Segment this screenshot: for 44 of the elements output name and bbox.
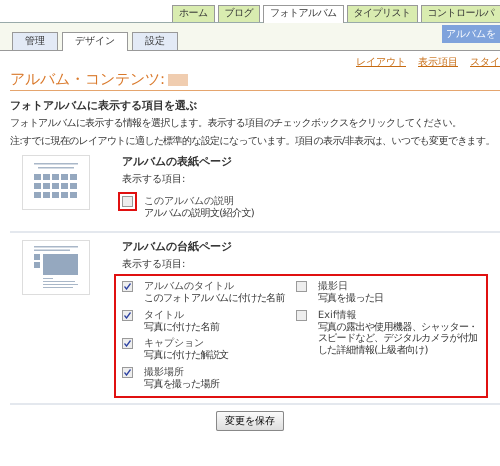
nav-tab[interactable]: ホーム: [172, 5, 214, 22]
view-link[interactable]: 表示項目: [418, 57, 458, 70]
nav-tab[interactable]: タイプリスト: [346, 5, 418, 22]
checkbox[interactable]: [122, 196, 133, 208]
note-text: 注:すでに現在のレイアウトに適した標準的な設定になっています。項目の表示/非表示は、いつでも変更できます。: [10, 136, 496, 148]
album-name-placeholder: [168, 74, 188, 86]
checkbox[interactable]: [122, 338, 133, 350]
page-section-title: アルバムの表紙ページ: [122, 155, 233, 168]
option-description: 写真を撮った場所: [144, 378, 221, 390]
nav-tab[interactable]: ブログ: [218, 5, 260, 22]
sub-tab[interactable]: デザイン: [62, 32, 128, 51]
sub-tab[interactable]: 設定: [132, 32, 178, 50]
intro-text: フォトアルバムに表示する情報を選択します。表示する項目のチェックボックスをクリックしてください。: [10, 118, 462, 130]
sub-tab[interactable]: 管理: [12, 32, 58, 50]
nav-tab[interactable]: フォトアルバム: [263, 5, 344, 23]
checkbox[interactable]: [122, 281, 133, 292]
checkbox[interactable]: [122, 366, 133, 378]
option-label: タイトル: [144, 310, 185, 322]
option-description: 写真に付けた解説文: [144, 350, 230, 362]
option-label: このアルバムの説明: [144, 196, 235, 208]
page-section-title: アルバムの台紙ページ: [122, 240, 233, 254]
option-label: 撮影場所: [144, 366, 185, 378]
page-thumbnail-drawing: [22, 240, 90, 295]
option-description: 写真に付けた名前: [144, 322, 220, 334]
items-label: 表示する項目:: [122, 174, 186, 186]
view-link[interactable]: レイアウト: [356, 57, 406, 70]
option-label: 撮影日: [318, 281, 349, 292]
section-heading: フォトアルバムに表示する項目を選ぶ: [10, 99, 198, 112]
save-button[interactable]: 変更を保存: [216, 411, 284, 432]
option-description: 写真を撮った日: [318, 293, 385, 305]
checkbox[interactable]: [296, 310, 307, 321]
view-link[interactable]: スタイ: [470, 57, 500, 70]
nav-tab[interactable]: コントロールパ: [420, 5, 500, 22]
option-description: 写真の露出や使用機器、シャッター・スピードなど、デジタルカメラが付加した詳細情報(上級者向け): [318, 322, 479, 356]
option-label: キャプション: [144, 338, 205, 350]
checkbox[interactable]: [296, 281, 307, 292]
option-description: アルバムの説明文(紹介文): [144, 208, 256, 220]
checkbox[interactable]: [122, 310, 133, 321]
page-thumbnail-drawing: [22, 155, 90, 210]
option-label: Exif情報: [318, 310, 358, 322]
option-label: アルバムのタイトル: [144, 281, 235, 294]
option-description: このフォトアルバムに付けた名前: [144, 293, 286, 305]
page-title: アルバム・コンテンツ:: [10, 70, 166, 88]
items-label: 表示する項目:: [122, 259, 186, 272]
